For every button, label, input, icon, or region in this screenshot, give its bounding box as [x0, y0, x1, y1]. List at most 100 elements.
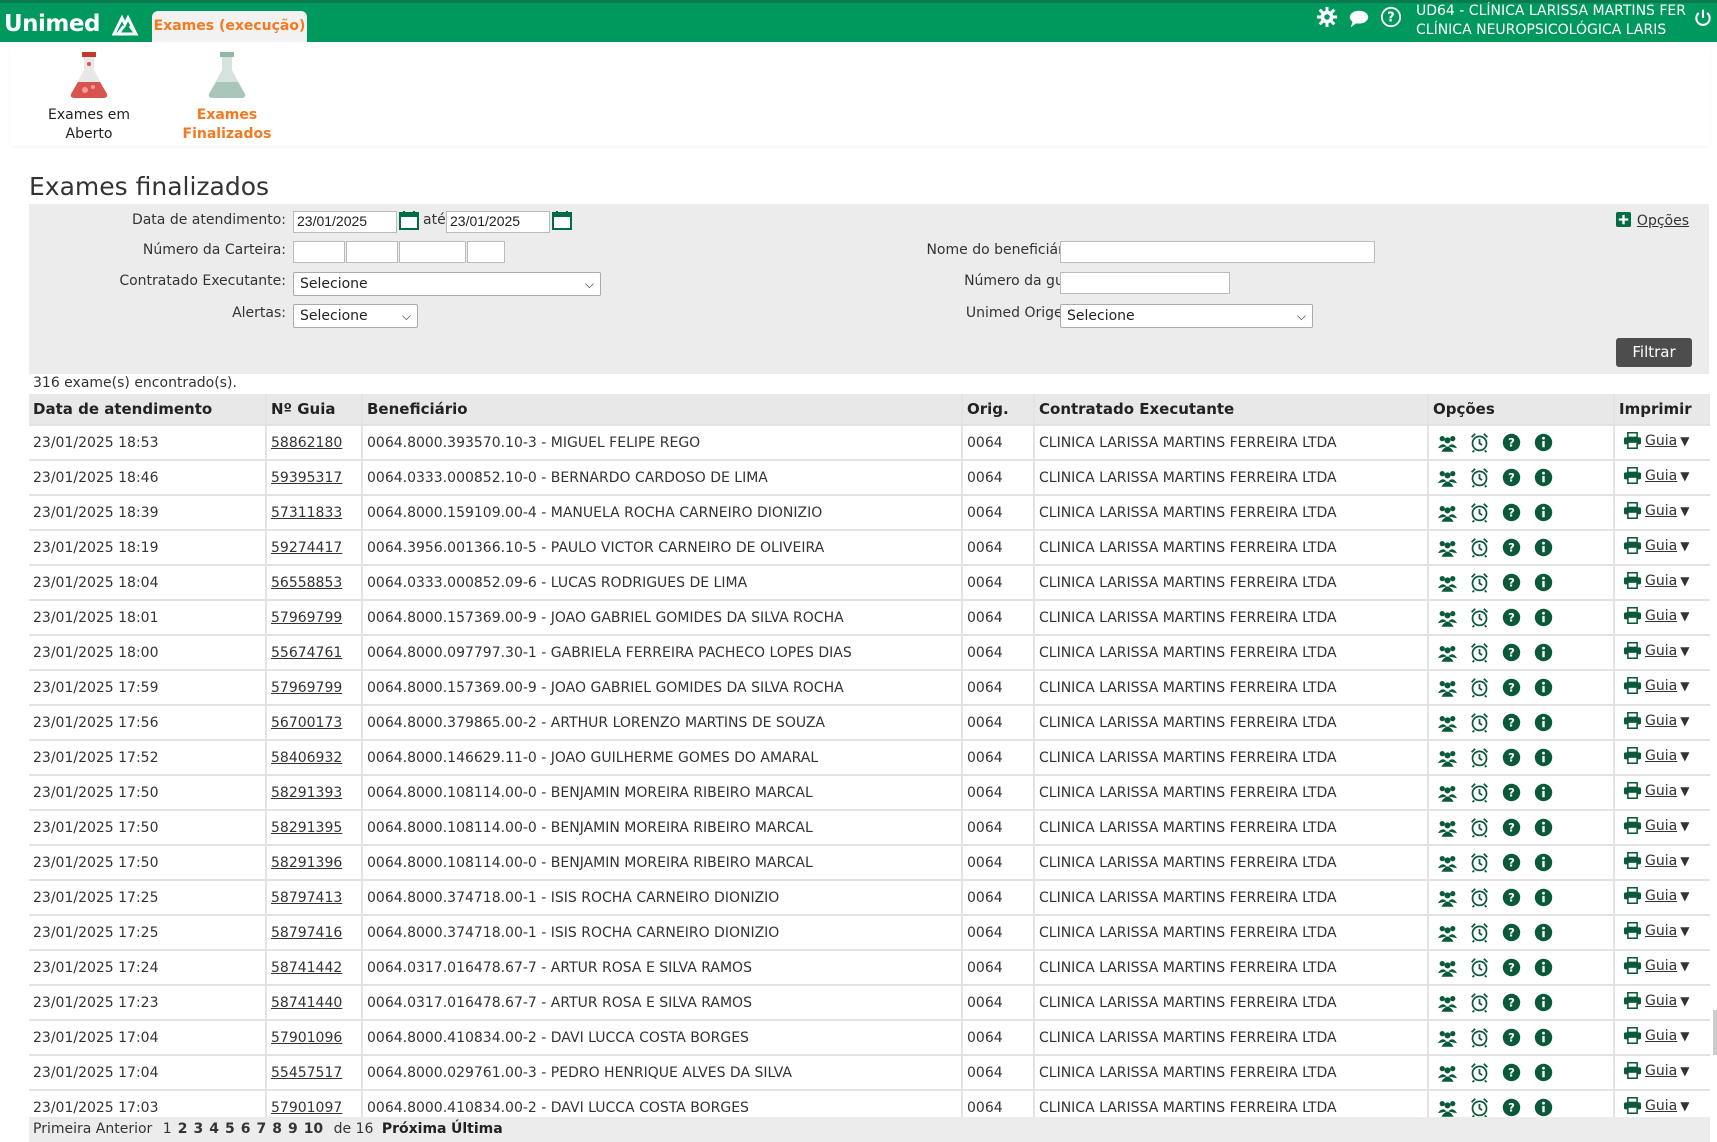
alertas-select[interactable]: Selecione ⌵	[293, 304, 418, 328]
info-circle-icon[interactable]	[1533, 537, 1554, 558]
beneficiaries-icon[interactable]	[1437, 1062, 1458, 1083]
table-row[interactable]: 23/01/2025 17:50 58291395 0064.8000.1081…	[29, 809, 1710, 845]
guia-link[interactable]: 57969799	[271, 680, 342, 696]
alarm-clock-icon[interactable]	[1469, 572, 1490, 593]
unimed-logo[interactable]: Unimed	[4, 11, 100, 37]
alarm-clock-icon[interactable]	[1469, 1097, 1490, 1118]
help-circle-icon[interactable]: ?	[1501, 607, 1522, 628]
alarm-clock-icon[interactable]	[1469, 502, 1490, 523]
launcher-exames-finalizados[interactable]: Exames Finalizados	[167, 50, 287, 144]
guia-link[interactable]: 58291395	[271, 820, 342, 836]
info-circle-icon[interactable]	[1533, 712, 1554, 733]
power-icon[interactable]	[1693, 8, 1713, 28]
print-guia-button[interactable]: Guia ▼	[1619, 572, 1689, 589]
print-guia-button[interactable]: Guia ▼	[1619, 1062, 1689, 1079]
guia-link[interactable]: 57901096	[271, 1030, 342, 1046]
guia-link[interactable]: 59274417	[271, 540, 342, 556]
print-guia-button[interactable]: Guia ▼	[1619, 607, 1689, 624]
carteira-field-1[interactable]	[293, 241, 345, 263]
print-guia-button[interactable]: Guia ▼	[1619, 677, 1689, 694]
print-guia-button[interactable]: Guia ▼	[1619, 502, 1689, 519]
launcher-exames-aberto[interactable]: Exames em Aberto	[29, 50, 149, 144]
beneficiaries-icon[interactable]	[1437, 537, 1458, 558]
table-row[interactable]: 23/01/2025 18:39 57311833 0064.8000.1591…	[29, 494, 1710, 530]
print-guia-button[interactable]: Guia ▼	[1619, 537, 1689, 554]
help-circle-icon[interactable]: ?	[1501, 957, 1522, 978]
table-row[interactable]: 23/01/2025 18:53 58862180 0064.8000.3935…	[29, 424, 1710, 460]
info-circle-icon[interactable]	[1533, 502, 1554, 523]
help-circle-icon[interactable]: ?	[1501, 1097, 1522, 1118]
pager-page[interactable]: 3	[193, 1121, 203, 1137]
table-row[interactable]: 23/01/2025 18:46 59395317 0064.0333.0008…	[29, 459, 1710, 495]
beneficiaries-icon[interactable]	[1437, 1097, 1458, 1118]
guia-link[interactable]: 58862180	[271, 435, 342, 451]
info-circle-icon[interactable]	[1533, 992, 1554, 1013]
calendar-icon[interactable]	[552, 210, 572, 230]
gear-icon[interactable]	[1316, 6, 1338, 28]
beneficiaries-icon[interactable]	[1437, 712, 1458, 733]
print-guia-button[interactable]: Guia ▼	[1619, 817, 1689, 834]
pager-prev[interactable]: Anterior	[96, 1121, 153, 1137]
guia-link[interactable]: 58741442	[271, 960, 342, 976]
options-toggle[interactable]: Opções	[1615, 212, 1689, 229]
alarm-clock-icon[interactable]	[1469, 992, 1490, 1013]
info-circle-icon[interactable]	[1533, 677, 1554, 698]
pager-next[interactable]: Próxima	[382, 1121, 447, 1137]
alarm-clock-icon[interactable]	[1469, 432, 1490, 453]
beneficiaries-icon[interactable]	[1437, 502, 1458, 523]
guia-link[interactable]: 58406932	[271, 750, 342, 766]
header-guia[interactable]: Nº Guia	[266, 394, 363, 425]
info-circle-icon[interactable]	[1533, 1097, 1554, 1118]
guia-link[interactable]: 59395317	[271, 470, 342, 486]
guia-input[interactable]	[1060, 272, 1230, 294]
info-circle-icon[interactable]	[1533, 607, 1554, 628]
table-row[interactable]: 23/01/2025 18:19 59274417 0064.3956.0013…	[29, 529, 1710, 565]
print-guia-button[interactable]: Guia ▼	[1619, 922, 1689, 939]
table-row[interactable]: 23/01/2025 17:23 58741440 0064.0317.0164…	[29, 984, 1710, 1020]
help-circle-icon[interactable]: ?	[1501, 502, 1522, 523]
info-circle-icon[interactable]	[1533, 432, 1554, 453]
info-circle-icon[interactable]	[1533, 782, 1554, 803]
pager-page[interactable]: 9	[288, 1121, 298, 1137]
help-circle-icon[interactable]: ?	[1501, 992, 1522, 1013]
table-row[interactable]: 23/01/2025 18:00 55674761 0064.8000.0977…	[29, 634, 1710, 670]
pager-page[interactable]: 5	[225, 1121, 235, 1137]
alarm-clock-icon[interactable]	[1469, 467, 1490, 488]
help-circle-icon[interactable]: ?	[1501, 887, 1522, 908]
pager-page[interactable]: 4	[209, 1121, 219, 1137]
chat-icon[interactable]	[1348, 8, 1370, 30]
help-circle-icon[interactable]: ?	[1501, 572, 1522, 593]
alarm-clock-icon[interactable]	[1469, 677, 1490, 698]
carteira-field-3[interactable]	[399, 241, 466, 263]
info-circle-icon[interactable]	[1533, 1062, 1554, 1083]
table-row[interactable]: 23/01/2025 18:04 56558853 0064.0333.0008…	[29, 564, 1710, 600]
print-guia-button[interactable]: Guia ▼	[1619, 1097, 1689, 1114]
pager-page[interactable]: 8	[272, 1121, 282, 1137]
beneficiaries-icon[interactable]	[1437, 747, 1458, 768]
table-row[interactable]: 23/01/2025 17:04 57901096 0064.8000.4108…	[29, 1019, 1710, 1055]
alarm-clock-icon[interactable]	[1469, 642, 1490, 663]
filter-button[interactable]: Filtrar	[1616, 338, 1692, 367]
pager-page[interactable]: 2	[178, 1121, 188, 1137]
help-circle-icon[interactable]: ?	[1501, 922, 1522, 943]
table-row[interactable]: 23/01/2025 17:24 58741442 0064.0317.0164…	[29, 949, 1710, 985]
help-circle-icon[interactable]: ?	[1501, 747, 1522, 768]
help-circle-icon[interactable]: ?	[1501, 712, 1522, 733]
help-icon[interactable]: ?	[1380, 6, 1402, 28]
print-guia-button[interactable]: Guia ▼	[1619, 642, 1689, 659]
pager-page[interactable]: 10	[304, 1121, 323, 1137]
alarm-clock-icon[interactable]	[1469, 712, 1490, 733]
help-circle-icon[interactable]: ?	[1501, 677, 1522, 698]
beneficiaries-icon[interactable]	[1437, 817, 1458, 838]
alarm-clock-icon[interactable]	[1469, 537, 1490, 558]
guia-link[interactable]: 58291396	[271, 855, 342, 871]
calendar-icon[interactable]	[399, 210, 419, 230]
beneficiaries-icon[interactable]	[1437, 887, 1458, 908]
header-contratado[interactable]: Contratado Executante	[1034, 394, 1429, 425]
info-circle-icon[interactable]	[1533, 852, 1554, 873]
table-row[interactable]: 23/01/2025 17:50 58291393 0064.8000.1081…	[29, 774, 1710, 810]
table-row[interactable]: 23/01/2025 17:59 57969799 0064.8000.1573…	[29, 669, 1710, 705]
table-row[interactable]: 23/01/2025 18:01 57969799 0064.8000.1573…	[29, 599, 1710, 635]
beneficiaries-icon[interactable]	[1437, 782, 1458, 803]
print-guia-button[interactable]: Guia ▼	[1619, 957, 1689, 974]
